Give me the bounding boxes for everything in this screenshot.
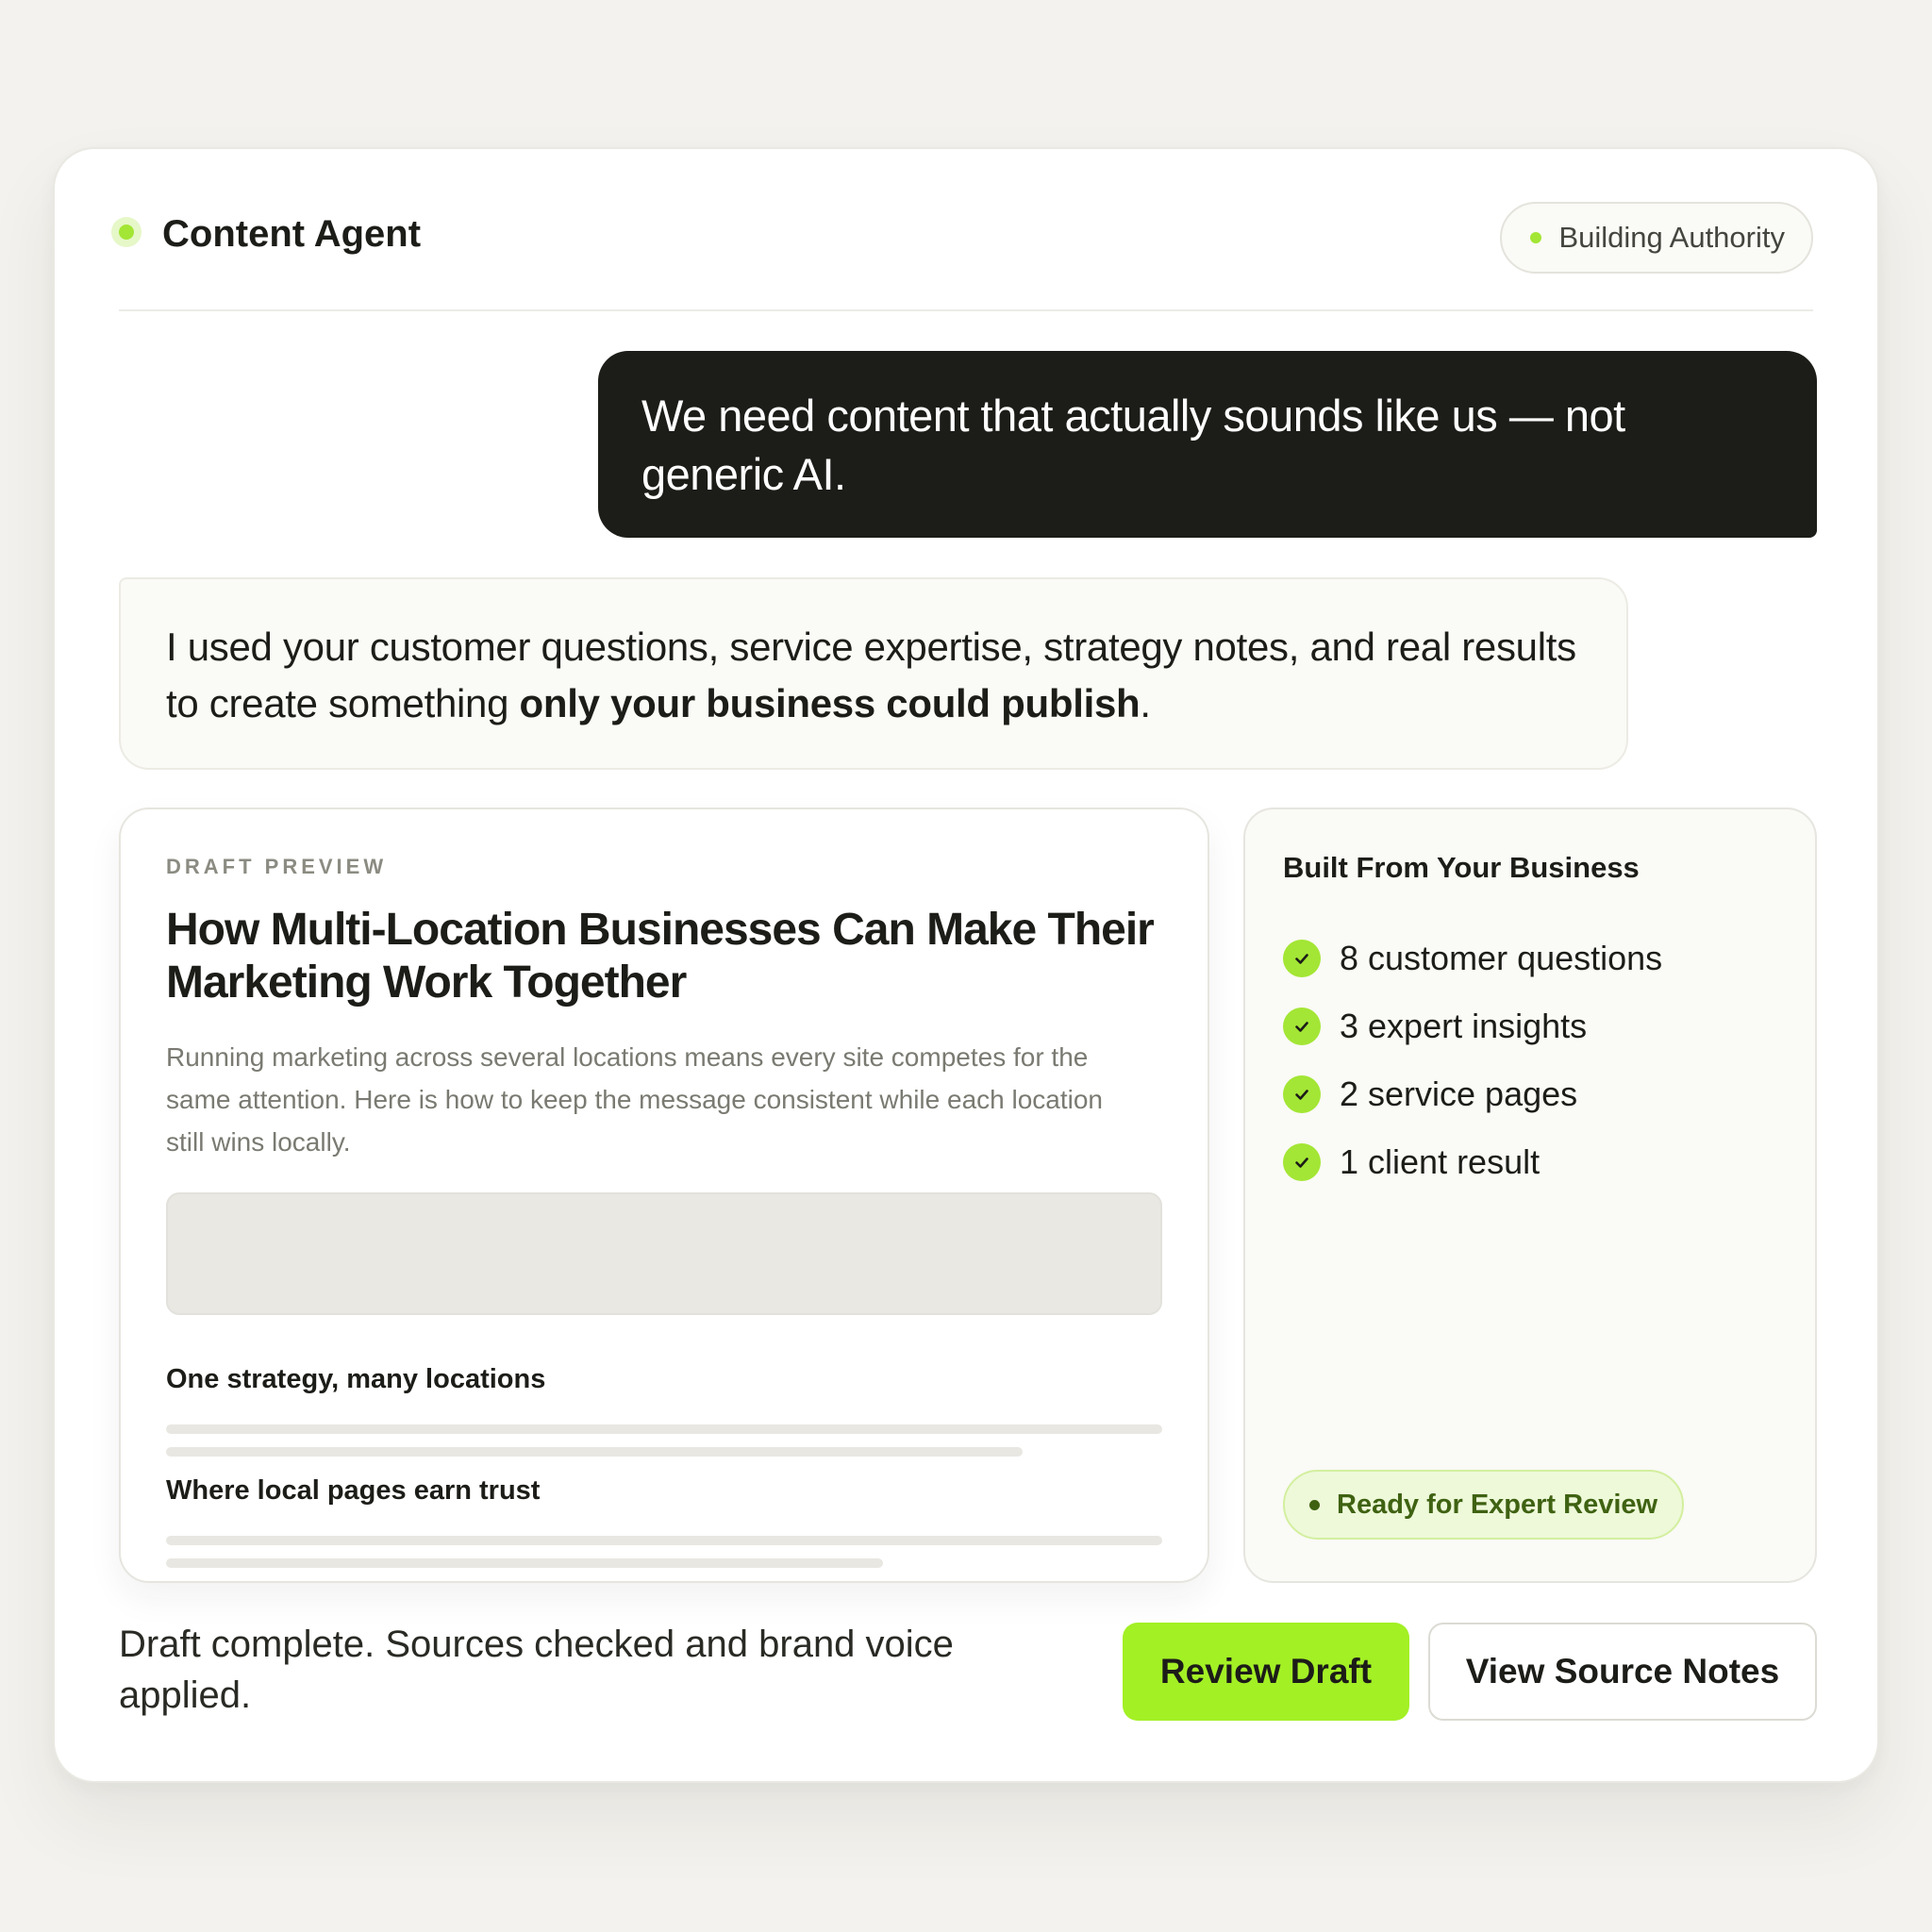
- source-item: 8 customer questions: [1283, 924, 1662, 992]
- sources-card: Built From Your Business 8 customer ques…: [1243, 808, 1817, 1583]
- check-circle-icon: [1283, 1143, 1321, 1181]
- sources-heading: Built From Your Business: [1283, 851, 1640, 884]
- app-title: Content Agent: [162, 213, 422, 255]
- source-item-label: 8 customer questions: [1340, 939, 1663, 977]
- user-message-bubble: We need content that actually sounds lik…: [598, 351, 1817, 538]
- badge-label: Ready for Expert Review: [1337, 1489, 1658, 1520]
- agent-message-emphasis: only your business could publish: [519, 681, 1141, 725]
- status-dot-icon: [119, 225, 134, 240]
- review-draft-button[interactable]: Review Draft: [1123, 1623, 1409, 1721]
- draft-excerpt: Running marketing across several locatio…: [166, 1042, 1104, 1157]
- draft-title: How Multi-Location Businesses Can Make T…: [166, 905, 1155, 1008]
- pill-dot-icon: [1530, 232, 1542, 243]
- panel-header: Content Agent Building Authority: [119, 202, 1813, 311]
- source-item: 1 client result: [1283, 1128, 1662, 1196]
- text-skeleton-line: [166, 1558, 883, 1568]
- pill-label: Building Authority: [1558, 221, 1785, 254]
- check-circle-icon: [1283, 940, 1321, 977]
- content-agent-panel: Content Agent Building Authority We need…: [53, 147, 1879, 1783]
- user-message-text: We need content that actually sounds lik…: [641, 391, 1625, 499]
- draft-preview-label: DRAFT PREVIEW: [166, 855, 388, 878]
- badge-dot-icon: [1309, 1499, 1320, 1510]
- source-item: 2 service pages: [1283, 1060, 1662, 1128]
- ready-for-review-badge: Ready for Expert Review: [1283, 1470, 1685, 1540]
- building-authority-pill: Building Authority: [1500, 202, 1813, 274]
- text-skeleton-line: [166, 1447, 1023, 1457]
- text-skeleton-line: [166, 1536, 1162, 1545]
- completion-status-text: Draft complete. Sources checked and bran…: [119, 1624, 954, 1716]
- section-heading: Where local pages earn trust: [166, 1475, 541, 1506]
- agent-message-bubble: I used your customer questions, service …: [119, 577, 1628, 770]
- image-placeholder: [166, 1192, 1162, 1315]
- source-item: 3 expert insights: [1283, 992, 1662, 1060]
- source-list: 8 customer questions 3 expert insights 2…: [1283, 924, 1662, 1196]
- view-source-notes-button[interactable]: View Source Notes: [1428, 1623, 1817, 1721]
- source-item-label: 3 expert insights: [1340, 1007, 1588, 1045]
- section-heading: One strategy, many locations: [166, 1364, 546, 1394]
- source-item-label: 1 client result: [1340, 1142, 1541, 1181]
- draft-preview-card[interactable]: DRAFT PREVIEW How Multi-Location Busines…: [119, 808, 1209, 1583]
- check-circle-icon: [1283, 1008, 1321, 1045]
- check-circle-icon: [1283, 1075, 1321, 1113]
- text-skeleton-line: [166, 1424, 1162, 1434]
- source-item-label: 2 service pages: [1340, 1074, 1578, 1113]
- agent-message-suffix: .: [1140, 681, 1151, 725]
